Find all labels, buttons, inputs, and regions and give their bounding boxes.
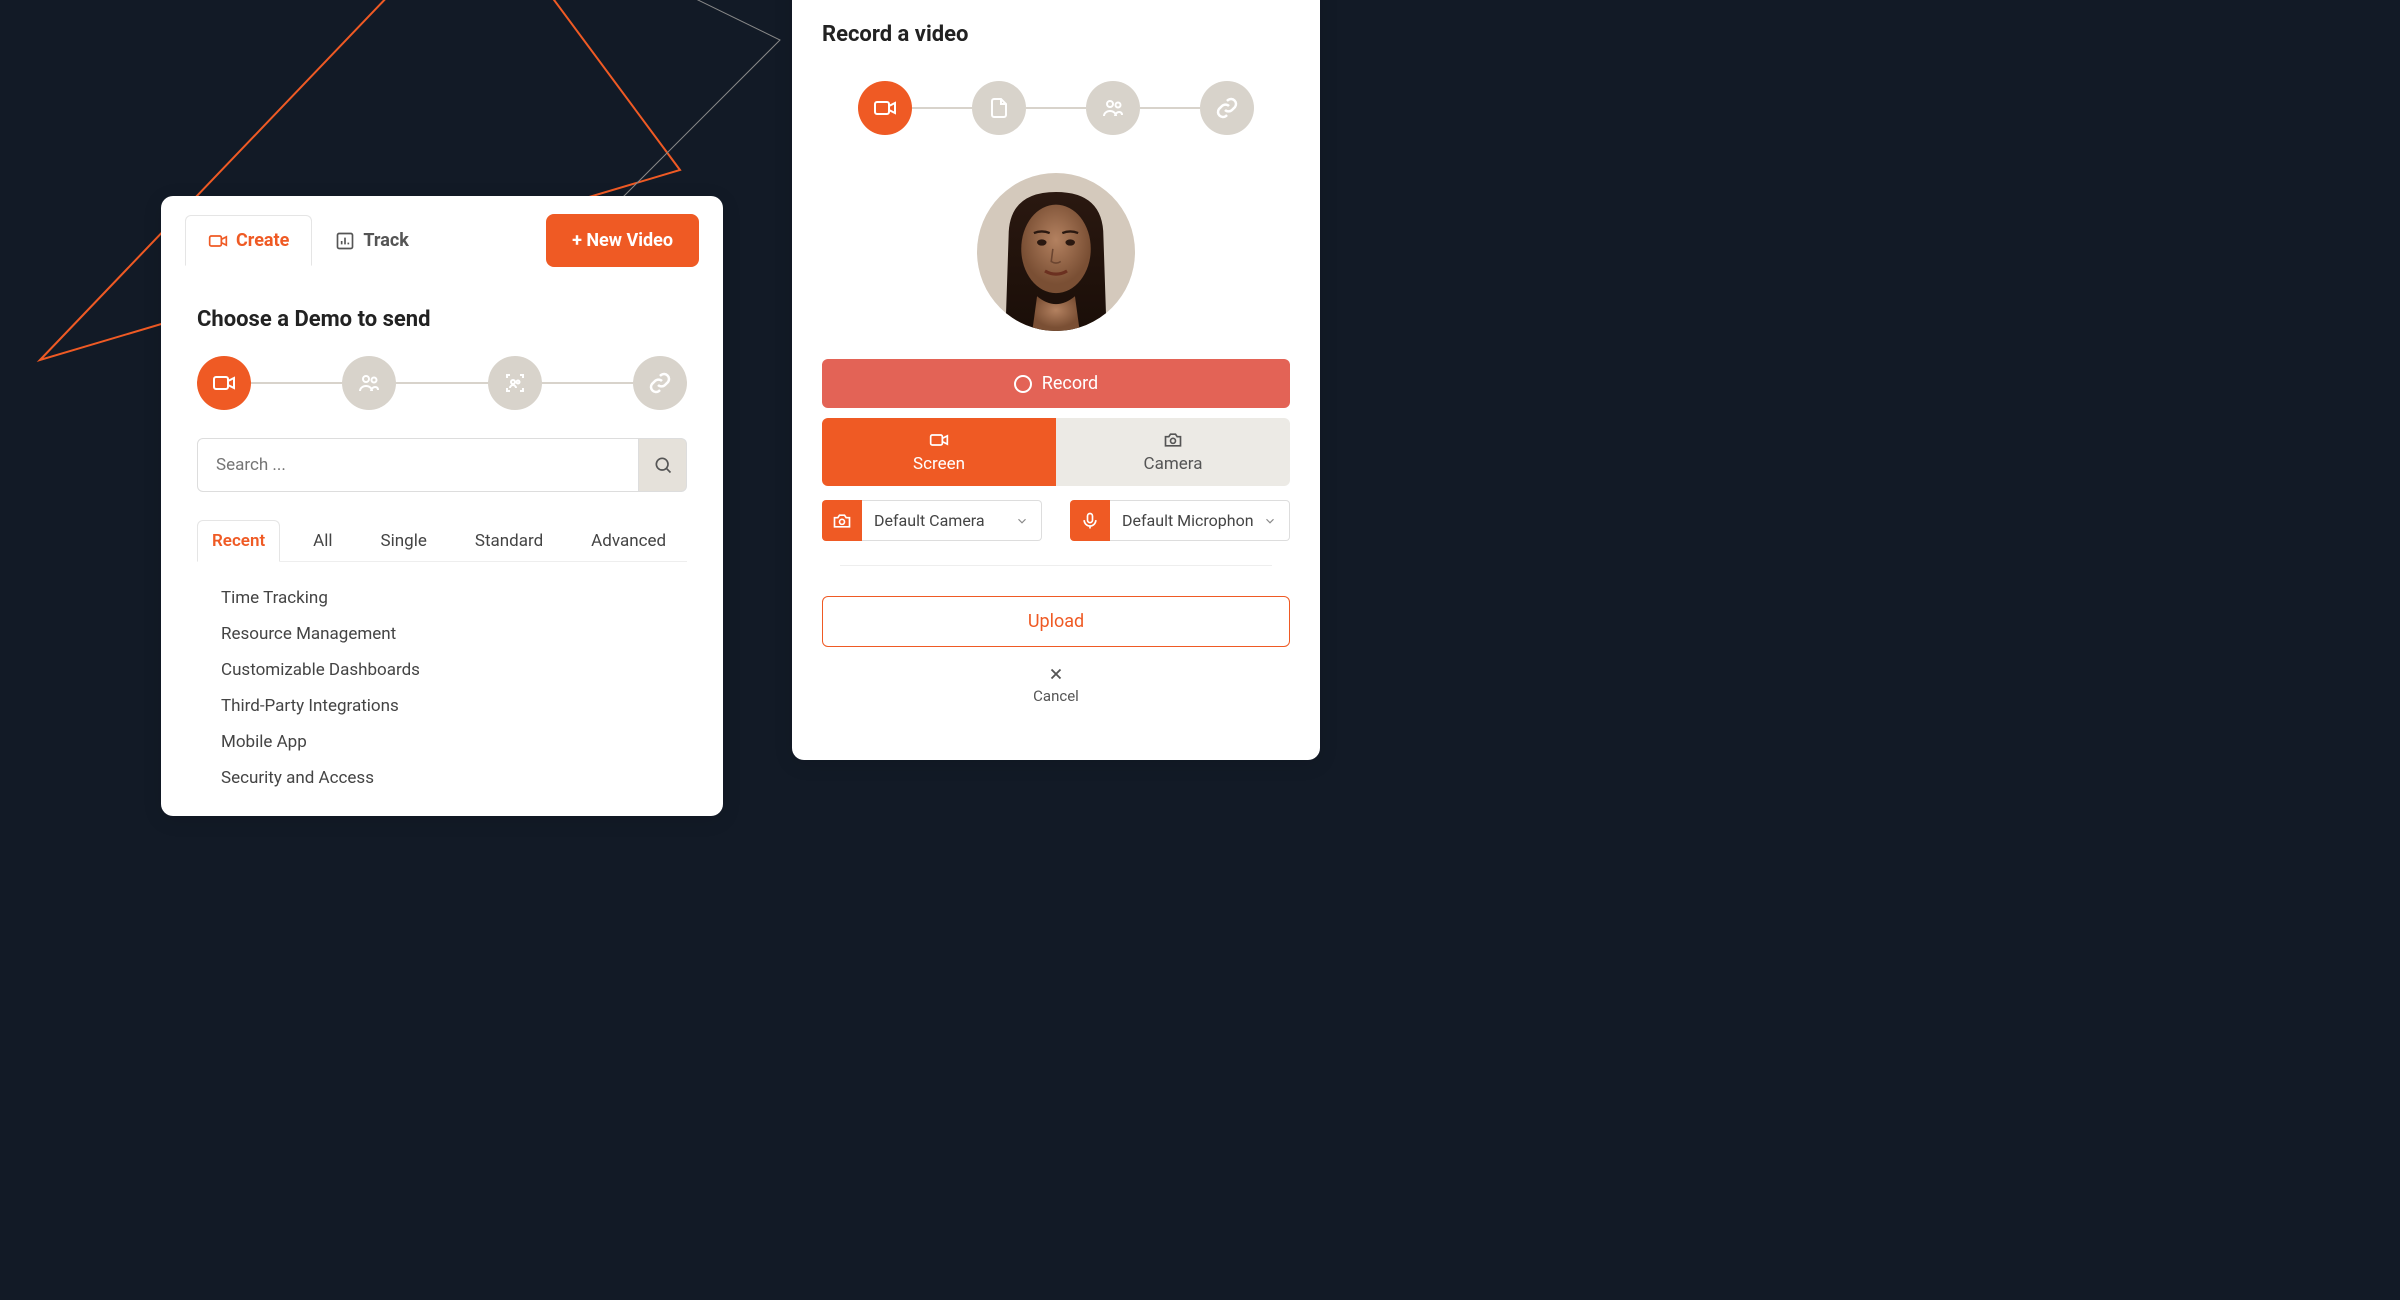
filter-tab-all[interactable]: All xyxy=(298,520,347,561)
divider xyxy=(840,565,1272,566)
link-icon xyxy=(648,371,672,395)
chart-icon xyxy=(335,231,355,251)
step-frame[interactable] xyxy=(488,356,542,410)
tab-track[interactable]: Track xyxy=(312,215,431,266)
list-item[interactable]: Third-Party Integrations xyxy=(197,688,687,724)
camera-icon xyxy=(1163,430,1183,450)
search-input[interactable] xyxy=(197,438,639,492)
video-icon xyxy=(212,371,236,395)
filter-tab-advanced[interactable]: Advanced xyxy=(576,520,681,561)
demo-list: Time Tracking Resource Management Custom… xyxy=(197,580,687,796)
select-value: Default Microphon xyxy=(1122,511,1254,530)
step-link[interactable] xyxy=(1200,81,1254,135)
record-button[interactable]: Record xyxy=(822,359,1290,408)
camera-preview-avatar xyxy=(977,173,1135,331)
record-panel: Record a video xyxy=(792,0,1320,760)
step-document[interactable] xyxy=(972,81,1026,135)
mic-select[interactable]: Default Microphon xyxy=(1110,500,1290,541)
mic-icon xyxy=(1080,511,1100,531)
camera-icon xyxy=(832,511,852,531)
search-icon xyxy=(653,455,673,475)
section-title: Choose a Demo to send xyxy=(197,307,687,332)
select-value: Default Camera xyxy=(874,511,985,530)
tab-label: Create xyxy=(236,230,289,251)
step-people[interactable] xyxy=(342,356,396,410)
toggle-label: Screen xyxy=(913,454,965,474)
camera-device-icon xyxy=(822,500,862,541)
video-icon xyxy=(208,231,228,251)
progress-stepper xyxy=(858,81,1254,135)
tab-create[interactable]: Create xyxy=(185,215,312,266)
step-video[interactable] xyxy=(197,356,251,410)
filter-tabs: Recent All Single Standard Advanced xyxy=(197,520,687,562)
cancel-label: Cancel xyxy=(1033,687,1079,705)
video-icon xyxy=(929,430,949,450)
create-panel: Create Track + New Video Choose a Demo t… xyxy=(161,196,723,816)
search-button[interactable] xyxy=(639,438,687,492)
new-video-button[interactable]: + New Video xyxy=(546,214,699,267)
list-item[interactable]: Customizable Dashboards xyxy=(197,652,687,688)
filter-tab-standard[interactable]: Standard xyxy=(460,520,558,561)
filter-tab-recent[interactable]: Recent xyxy=(197,520,280,562)
people-icon xyxy=(1101,96,1125,120)
screen-toggle-button[interactable]: Screen xyxy=(822,418,1056,486)
list-item[interactable]: Time Tracking xyxy=(197,580,687,616)
upload-button[interactable]: Upload xyxy=(822,596,1290,647)
list-item[interactable]: Mobile App xyxy=(197,724,687,760)
chevron-down-icon xyxy=(1263,514,1277,528)
tab-label: Track xyxy=(363,230,408,251)
list-item[interactable]: Resource Management xyxy=(197,616,687,652)
camera-toggle-button[interactable]: Camera xyxy=(1056,418,1290,486)
camera-select[interactable]: Default Camera xyxy=(862,500,1042,541)
people-icon xyxy=(357,371,381,395)
panel-title: Record a video xyxy=(822,22,1290,47)
document-icon xyxy=(987,96,1011,120)
step-link[interactable] xyxy=(633,356,687,410)
chevron-down-icon xyxy=(1015,514,1029,528)
video-icon xyxy=(873,96,897,120)
close-icon xyxy=(1047,665,1065,683)
step-video[interactable] xyxy=(858,81,912,135)
progress-stepper xyxy=(197,356,687,410)
toggle-label: Camera xyxy=(1144,454,1203,474)
mic-device-icon xyxy=(1070,500,1110,541)
record-indicator-icon xyxy=(1014,375,1032,393)
cancel-button[interactable]: Cancel xyxy=(822,665,1290,705)
frame-people-icon xyxy=(503,371,527,395)
link-icon xyxy=(1215,96,1239,120)
filter-tab-single[interactable]: Single xyxy=(366,520,442,561)
record-label: Record xyxy=(1042,373,1098,394)
step-people[interactable] xyxy=(1086,81,1140,135)
list-item[interactable]: Security and Access xyxy=(197,760,687,796)
